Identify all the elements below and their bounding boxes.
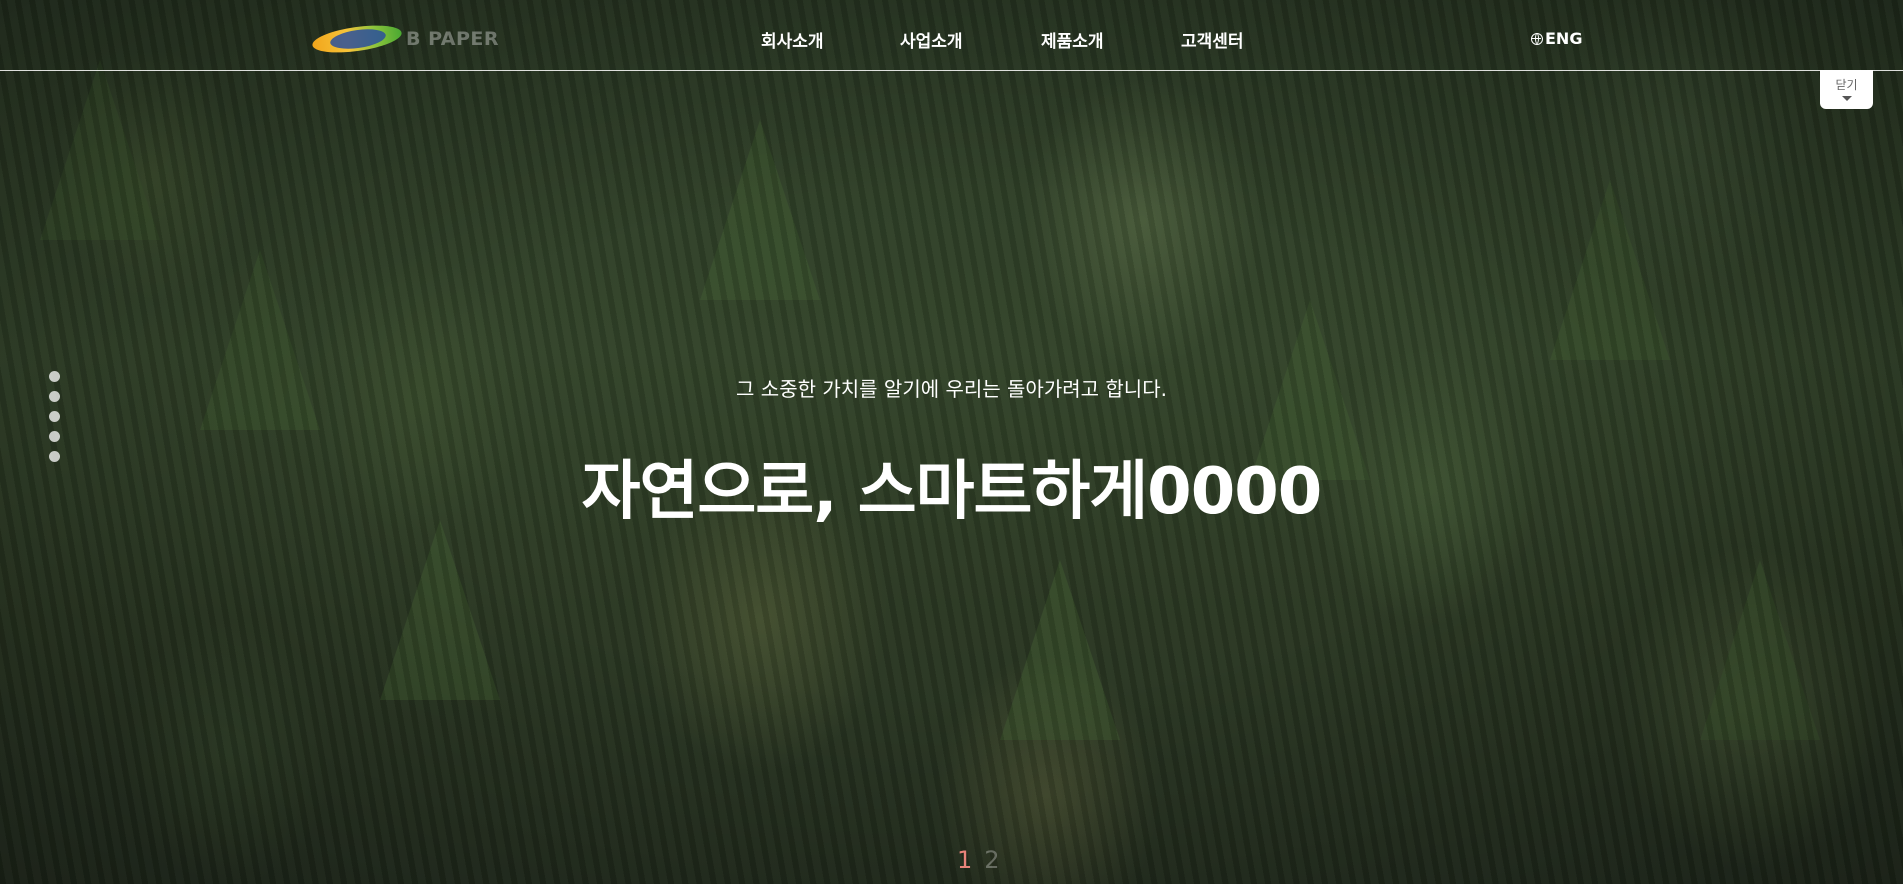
section-dot[interactable] xyxy=(49,431,60,442)
company-logo[interactable]: B PAPER xyxy=(310,20,502,58)
section-dot[interactable] xyxy=(49,371,60,382)
language-toggle[interactable]: ENG xyxy=(1531,29,1582,48)
nav-item-support[interactable]: 고객센터 xyxy=(1181,27,1244,52)
nav-item-company[interactable]: 회사소개 xyxy=(761,27,824,52)
caret-down-icon xyxy=(1841,96,1852,101)
section-nav-dots xyxy=(49,371,60,462)
logo-text: B PAPER xyxy=(406,28,500,50)
slide-pagination: 1 2 xyxy=(957,846,1000,874)
site-header: B PAPER 회사소개 사업소개 제품소개 고객센터 ENG xyxy=(0,0,1903,71)
close-header-button[interactable]: 닫기 xyxy=(1820,70,1873,109)
globe-icon xyxy=(1531,32,1543,45)
section-dot[interactable] xyxy=(49,451,60,462)
pagination-current[interactable]: 1 xyxy=(957,846,972,874)
hero-title: 자연으로, 스마트하게0000 xyxy=(581,455,1323,529)
hero-subtitle: 그 소중한 가치를 알기에 우리는 돌아가려고 합니다. xyxy=(736,377,1167,401)
logo-mark xyxy=(310,20,404,58)
close-label: 닫기 xyxy=(1835,78,1858,92)
section-dot[interactable] xyxy=(49,411,60,422)
nav-item-products[interactable]: 제품소개 xyxy=(1041,27,1104,52)
pagination-next[interactable]: 2 xyxy=(984,846,999,874)
language-label: ENG xyxy=(1545,29,1583,48)
hero-section: 그 소중한 가치를 알기에 우리는 돌아가려고 합니다. 자연으로, 스마트하게… xyxy=(0,0,1903,884)
nav-item-business[interactable]: 사업소개 xyxy=(900,27,963,52)
section-dot[interactable] xyxy=(49,391,60,402)
